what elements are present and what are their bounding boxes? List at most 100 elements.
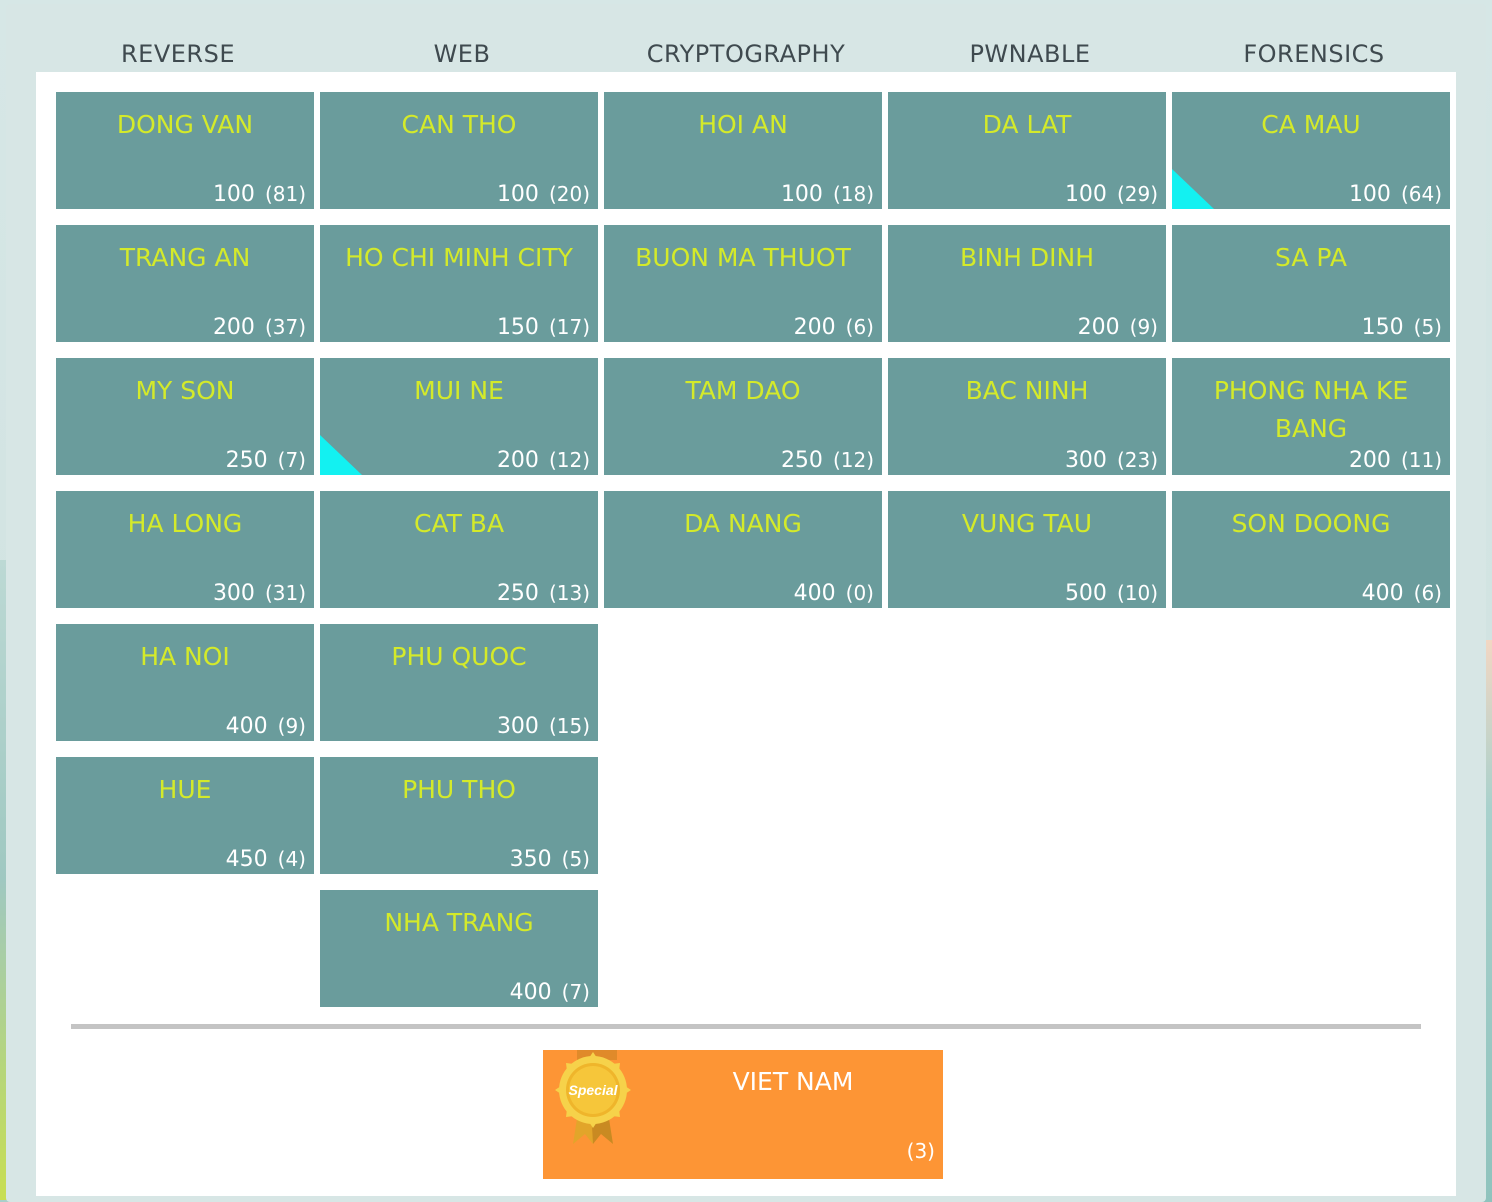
challenge-points: 450	[225, 847, 268, 872]
challenge-name: DONG VAN	[116, 110, 254, 139]
challenge-tile[interactable]: MUI NE 200 (12)	[320, 358, 598, 475]
challenge-tile[interactable]: HA LONG 300 (31)	[56, 491, 314, 608]
column-cryptography: HOI AN 100 (18) BUON MA THUOT 200 (6) TAM DAO 2…	[604, 92, 882, 624]
challenge-tile[interactable]: MY SON 250 (7)	[56, 358, 314, 475]
challenge-meta: 150 (17)	[497, 315, 590, 340]
challenge-meta: 300 (23)	[1065, 448, 1158, 473]
challenge-tile[interactable]: NHA TRANG 400 (7)	[320, 890, 598, 1007]
challenge-name: HA NOI	[140, 642, 230, 671]
challenge-tile[interactable]: PHONG NHA KE BANG 200 (11)	[1172, 358, 1450, 475]
challenge-meta: 200 (9)	[1078, 315, 1158, 340]
special-challenge-tile[interactable]: Special VIET NAM (3)	[543, 1050, 943, 1179]
challenge-tile[interactable]: TRANG AN 200 (37)	[56, 225, 314, 342]
challenge-tile[interactable]: CAN THO 100 (20)	[320, 92, 598, 209]
challenge-name: NHA TRANG	[384, 908, 534, 937]
challenge-solve-count: (4)	[277, 847, 306, 871]
column-reverse: DONG VAN 100 (81) TRANG AN 200 (37) MY SON 250 (…	[56, 92, 314, 890]
challenge-meta: 300 (15)	[497, 714, 590, 739]
challenge-points: 150	[496, 315, 539, 340]
challenge-meta: 400 (0)	[794, 581, 874, 606]
challenge-tile[interactable]: CA MAU 100 (64)	[1172, 92, 1450, 209]
challenge-name: PHU THO	[402, 775, 516, 804]
challenge-meta: 250 (13)	[497, 581, 590, 606]
challenge-solve-count: (15)	[548, 714, 590, 738]
challenge-tile[interactable]: HUE 450 (4)	[56, 757, 314, 874]
challenge-tile[interactable]: HA NOI 400 (9)	[56, 624, 314, 741]
challenge-points: 200	[793, 315, 836, 340]
challenge-solve-count: (5)	[561, 847, 590, 871]
challenge-tile[interactable]: PHU THO 350 (5)	[320, 757, 598, 874]
challenge-tile[interactable]: HOI AN 100 (18)	[604, 92, 882, 209]
challenge-meta: 100 (81)	[213, 182, 306, 207]
challenge-points: 100	[1348, 182, 1391, 207]
challenge-name: DA LAT	[982, 110, 1072, 139]
challenge-meta: 250 (12)	[781, 448, 874, 473]
challenge-points: 100	[496, 182, 539, 207]
challenge-meta: 300 (31)	[213, 581, 306, 606]
challenge-tile[interactable]: BAC NINH 300 (23)	[888, 358, 1166, 475]
challenge-solve-count: (7)	[561, 980, 590, 1004]
challenge-name: MY SON	[135, 376, 235, 405]
challenge-points: 200	[1348, 448, 1391, 473]
challenge-meta: 400 (9)	[226, 714, 306, 739]
challenge-meta: 500 (10)	[1065, 581, 1158, 606]
challenge-solve-count: (9)	[1129, 315, 1158, 339]
challenge-tile[interactable]: DA NANG 400 (0)	[604, 491, 882, 608]
challenge-points: 300	[1064, 448, 1107, 473]
challenge-name: MUI NE	[414, 376, 504, 405]
challenge-meta: 350 (5)	[510, 847, 590, 872]
challenge-meta: 400 (7)	[510, 980, 590, 1005]
special-challenge-name: VIET NAM	[732, 1067, 854, 1096]
challenge-name: BUON MA THUOT	[635, 243, 851, 272]
challenge-board: DONG VAN 100 (81) TRANG AN 200 (37) MY SON 250 (…	[36, 72, 1456, 1196]
challenge-meta: 100 (18)	[781, 182, 874, 207]
challenge-meta: 200 (37)	[213, 315, 306, 340]
challenge-solve-count: (64)	[1400, 182, 1442, 206]
challenge-tile[interactable]: SA PA 150 (5)	[1172, 225, 1450, 342]
challenge-tile[interactable]: DONG VAN 100 (81)	[56, 92, 314, 209]
challenge-tile[interactable]: HO CHI MINH CITY 150 (17)	[320, 225, 598, 342]
challenge-points: 400	[225, 714, 268, 739]
challenge-tile[interactable]: PHU QUOC 300 (15)	[320, 624, 598, 741]
challenge-points: 500	[1064, 581, 1107, 606]
challenge-name: HUE	[158, 775, 212, 804]
challenge-name: CAN THO	[401, 110, 517, 139]
challenge-points: 200	[496, 448, 539, 473]
challenge-name: PHU QUOC	[391, 642, 527, 671]
challenge-meta: 200 (6)	[794, 315, 874, 340]
challenge-points: 100	[212, 182, 255, 207]
challenge-points: 200	[212, 315, 255, 340]
challenge-name: CA MAU	[1261, 110, 1361, 139]
challenge-tile[interactable]: TAM DAO 250 (12)	[604, 358, 882, 475]
solved-corner-icon	[1172, 169, 1214, 209]
challenge-meta: 100 (20)	[497, 182, 590, 207]
challenge-solve-count: (17)	[548, 315, 590, 339]
challenge-solve-count: (18)	[832, 182, 874, 206]
challenge-tile[interactable]: DA LAT 100 (29)	[888, 92, 1166, 209]
challenge-points: 150	[1361, 315, 1404, 340]
challenge-tile[interactable]: SON DOONG 400 (6)	[1172, 491, 1450, 608]
challenge-solve-count: (13)	[548, 581, 590, 605]
challenge-solve-count: (37)	[264, 315, 306, 339]
special-challenge-solves: (3)	[906, 1139, 935, 1163]
challenge-name: HO CHI MINH CITY	[345, 243, 573, 272]
challenge-tile[interactable]: BUON MA THUOT 200 (6)	[604, 225, 882, 342]
challenge-solve-count: (29)	[1116, 182, 1158, 206]
special-badge-label: Special	[568, 1082, 618, 1098]
challenge-name: DA NANG	[684, 509, 802, 538]
column-forensics: CA MAU 100 (64) SA PA 150 (5) PHONG NHA KE BAN…	[1172, 92, 1450, 624]
challenge-meta: 200 (11)	[1349, 448, 1442, 473]
challenge-name: HA LONG	[127, 509, 243, 538]
column-web: CAN THO 100 (20) HO CHI MINH CITY 150 (17) MUI…	[320, 92, 598, 1023]
challenge-meta: 200 (12)	[497, 448, 590, 473]
challenge-tile[interactable]: CAT BA 250 (13)	[320, 491, 598, 608]
challenge-points: 400	[509, 980, 552, 1005]
challenge-solve-count: (20)	[548, 182, 590, 206]
challenge-solve-count: (23)	[1116, 448, 1158, 472]
challenge-solve-count: (0)	[845, 581, 874, 605]
challenge-name: PHONG NHA KE BANG	[1213, 376, 1409, 443]
challenge-tile[interactable]: BINH DINH 200 (9)	[888, 225, 1166, 342]
challenge-tile[interactable]: VUNG TAU 500 (10)	[888, 491, 1166, 608]
challenge-points: 250	[496, 581, 539, 606]
challenge-solve-count: (11)	[1400, 448, 1442, 472]
